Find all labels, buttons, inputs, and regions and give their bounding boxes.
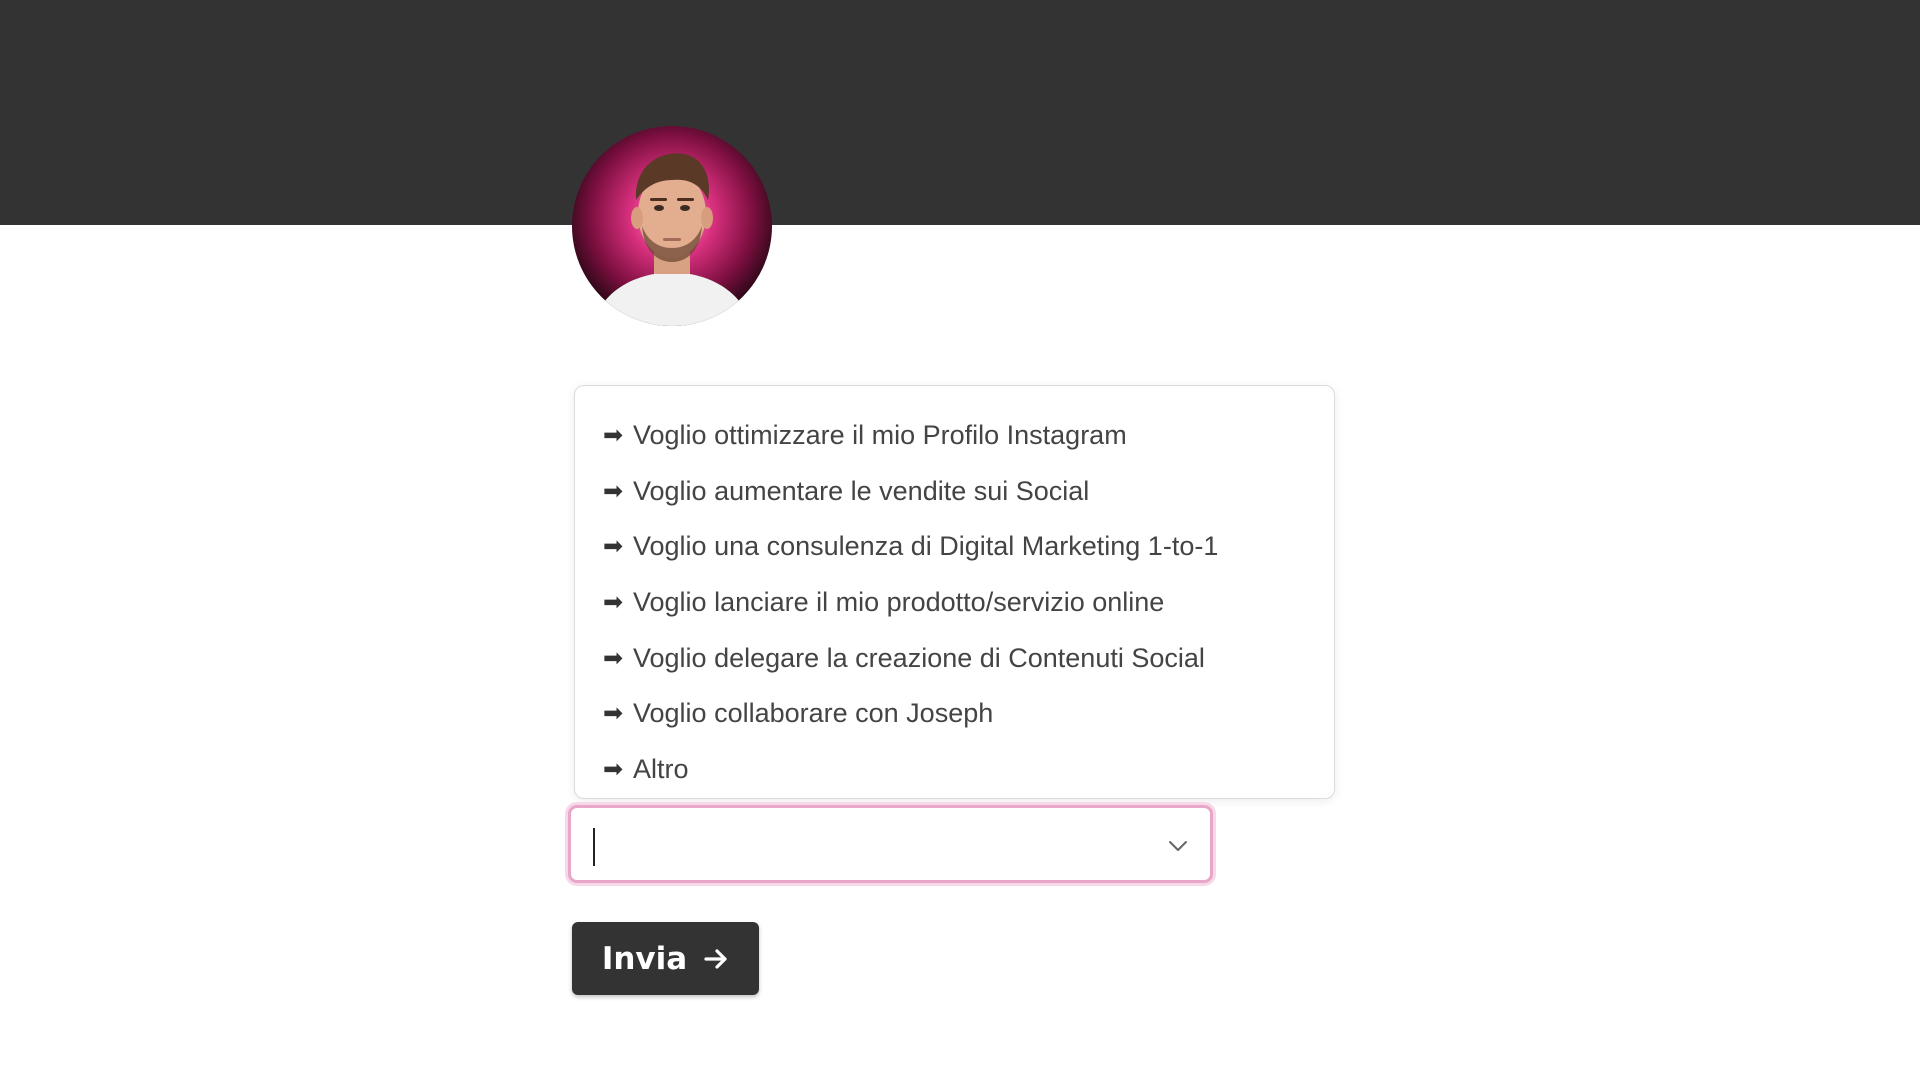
option-label: Voglio lanciare il mio prodotto/servizio… bbox=[633, 587, 1165, 618]
right-arrow-icon: ➡ bbox=[603, 644, 624, 672]
option-label: Voglio una consulenza di Digital Marketi… bbox=[633, 531, 1219, 562]
text-caret bbox=[593, 828, 595, 866]
submit-button[interactable]: Invia bbox=[572, 922, 759, 995]
option-select-field[interactable] bbox=[568, 805, 1213, 883]
right-arrow-icon: ➡ bbox=[603, 422, 624, 450]
dropdown-options-list: ➡ Voglio ottimizzare il mio Profilo Inst… bbox=[574, 385, 1335, 799]
arrow-right-icon bbox=[704, 948, 727, 969]
option-label: Voglio ottimizzare il mio Profilo Instag… bbox=[633, 420, 1127, 451]
submit-button-label: Invia bbox=[601, 940, 688, 977]
option-label: Altro bbox=[633, 753, 689, 784]
dropdown-option[interactable]: ➡ Voglio aumentare le vendite sui Social bbox=[575, 464, 1334, 520]
dropdown-option[interactable]: ➡ Voglio collaborare con Joseph bbox=[575, 686, 1334, 742]
right-arrow-icon: ➡ bbox=[603, 477, 624, 505]
option-label: Voglio aumentare le vendite sui Social bbox=[633, 475, 1090, 506]
dropdown-option[interactable]: ➡ Voglio una consulenza di Digital Marke… bbox=[575, 519, 1334, 575]
page: ➡ Voglio ottimizzare il mio Profilo Inst… bbox=[0, 0, 1920, 1080]
dropdown-option[interactable]: ➡ Voglio ottimizzare il mio Profilo Inst… bbox=[575, 408, 1334, 464]
avatar bbox=[572, 126, 772, 326]
right-arrow-icon: ➡ bbox=[603, 533, 624, 561]
right-arrow-icon: ➡ bbox=[603, 589, 624, 617]
dropdown-option[interactable]: ➡ Altro bbox=[575, 742, 1334, 798]
dropdown-option[interactable]: ➡ Voglio delegare la creazione di Conten… bbox=[575, 630, 1334, 686]
dropdown-option[interactable]: ➡ Voglio lanciare il mio prodotto/serviz… bbox=[575, 575, 1334, 631]
right-arrow-icon: ➡ bbox=[603, 755, 624, 783]
option-label: Voglio collaborare con Joseph bbox=[633, 698, 994, 729]
chevron-down-icon[interactable] bbox=[1166, 834, 1190, 858]
right-arrow-icon: ➡ bbox=[603, 700, 624, 728]
header-banner bbox=[0, 0, 1920, 225]
option-label: Voglio delegare la creazione di Contenut… bbox=[633, 642, 1205, 673]
